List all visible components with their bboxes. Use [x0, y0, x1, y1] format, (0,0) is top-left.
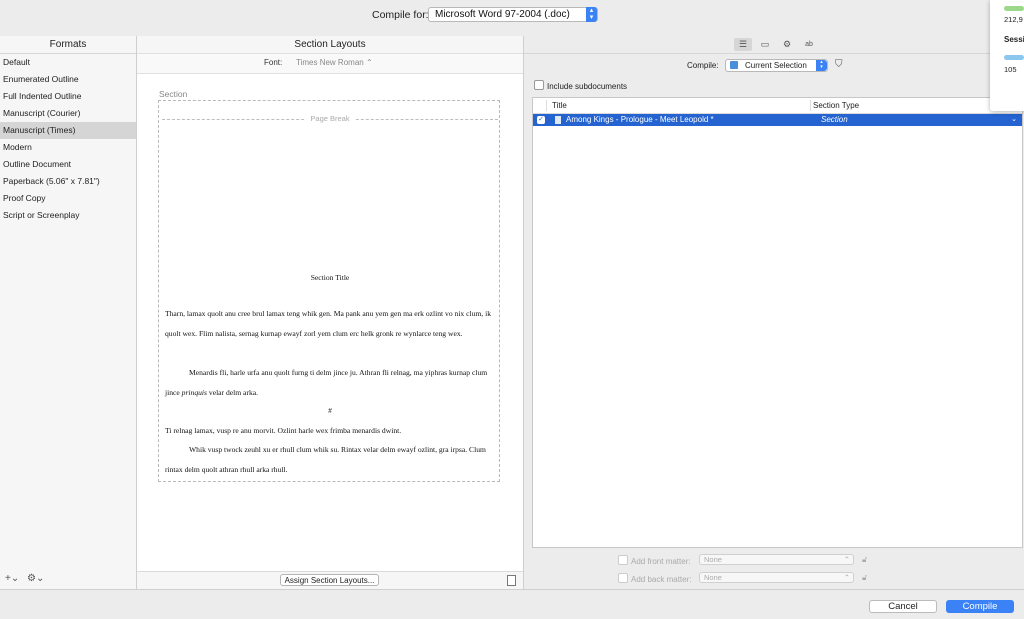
compile-select-value: Current Selection: [745, 61, 807, 70]
select-stepper-icon: ▴ ▾: [816, 60, 827, 71]
contents-list-icon[interactable]: ☰: [734, 38, 752, 51]
back-matter-value: None: [704, 573, 722, 582]
format-item-outline-document[interactable]: Outline Document: [0, 156, 136, 173]
format-item-manuscript-times[interactable]: Manuscript (Times): [0, 122, 136, 139]
format-item-paperback[interactable]: Paperback (5.06" x 7.81"): [0, 173, 136, 190]
compile-contents-panel: ☰ ▭ ⚙ ab Compile: Current Selection ▴ ▾ ⛉…: [524, 36, 1024, 589]
front-matter-label: Add front matter:: [631, 557, 691, 566]
format-item-default[interactable]: Default: [0, 54, 136, 71]
stats-popover: 212,9 Sessi 105: [990, 0, 1024, 111]
add-back-matter-checkbox[interactable]: Add back matter:: [618, 573, 691, 584]
formats-panel: Formats Default Enumerated Outline Full …: [0, 36, 137, 589]
table-header: Title Section Type: [533, 98, 1022, 114]
compile-for-value: Microsoft Word 97-2004 (.doc): [435, 9, 570, 20]
preview-paragraph-3: Ti relnag lamax, vusp re anu morvit. Ozl…: [165, 426, 402, 435]
font-row: Font: Times New Roman ⌃: [137, 54, 523, 74]
format-item-modern[interactable]: Modern: [0, 139, 136, 156]
lock-icon[interactable]: 🔓︎: [862, 573, 867, 583]
font-select[interactable]: Times New Roman ⌃: [296, 58, 373, 67]
lock-icon[interactable]: 🔓︎: [862, 555, 867, 565]
format-item-full-indented-outline[interactable]: Full Indented Outline: [0, 88, 136, 105]
column-divider: [810, 100, 811, 111]
formats-header: Formats: [0, 36, 136, 54]
include-checkbox[interactable]: ✓: [537, 116, 545, 124]
compile-label: Compile:: [687, 61, 719, 70]
checkbox-icon: [618, 555, 628, 565]
table-row[interactable]: ✓ Among Kings - Prologue - Meet Leopold …: [533, 114, 1022, 126]
include-subdocuments-label: Include subdocuments: [547, 82, 628, 91]
preview-italic-word: prinquis: [181, 387, 207, 397]
collection-icon: [730, 61, 738, 69]
column-divider: [546, 100, 547, 111]
front-matter-value: None: [704, 555, 722, 564]
preview-paragraph-1: Tharn, lamax quolt anu cree brul lamax t…: [165, 309, 492, 338]
document-icon[interactable]: [507, 575, 516, 586]
row-title: Among Kings - Prologue - Meet Leopold *: [566, 115, 714, 124]
select-stepper-icon: ⌃: [843, 555, 850, 564]
page-break-label: Page Break: [159, 114, 501, 123]
filter-icon[interactable]: ⛉: [835, 59, 843, 70]
preview-scene-break: #: [328, 406, 332, 415]
back-matter-label: Add back matter:: [631, 575, 692, 584]
document-icon: [555, 116, 561, 124]
words-count: 212,9: [1004, 15, 1023, 24]
replacements-icon[interactable]: ab: [800, 38, 818, 51]
compile-button[interactable]: Compile: [946, 600, 1014, 613]
session-label: Sessi: [1004, 35, 1024, 44]
select-stepper-icon: ▴ ▾: [586, 7, 597, 22]
dialog-footer: Cancel Compile: [0, 589, 1024, 619]
section-layouts-header: Section Layouts: [137, 36, 523, 54]
checkbox-icon: [618, 573, 628, 583]
front-matter-select[interactable]: None ⌃: [699, 554, 854, 565]
column-header-section-type[interactable]: Section Type: [813, 101, 859, 110]
format-item-proof-copy[interactable]: Proof Copy: [0, 190, 136, 207]
format-item-script-or-screenplay[interactable]: Script or Screenplay: [0, 207, 136, 224]
column-header-title[interactable]: Title: [552, 101, 567, 110]
section-layouts-footer: Assign Section Layouts...: [137, 571, 523, 589]
compile-for-label: Compile for:: [372, 9, 429, 21]
cancel-button[interactable]: Cancel: [869, 600, 937, 613]
pane-toolbar: ☰ ▭ ⚙ ab: [524, 36, 1024, 54]
progress-bar-session: [1004, 55, 1024, 60]
preview-paragraph-4: Whik vusp twock zeuhl xu er rhull clum w…: [165, 445, 486, 474]
back-matter-select[interactable]: None ⌃: [699, 572, 854, 583]
chevron-down-icon[interactable]: ⌄: [1011, 114, 1017, 126]
gear-icon[interactable]: ⚙: [778, 38, 796, 51]
contents-table: Title Section Type ✓ Among Kings - Prolo…: [532, 97, 1023, 548]
section-layouts-panel: Section Layouts Font: Times New Roman ⌃ …: [137, 36, 524, 589]
select-stepper-icon: ⌃: [843, 573, 850, 582]
compile-for-select[interactable]: Microsoft Word 97-2004 (.doc) ▴ ▾: [428, 7, 598, 22]
format-item-manuscript-courier[interactable]: Manuscript (Courier): [0, 105, 136, 122]
add-format-icon[interactable]: +⌄: [5, 573, 19, 584]
preview-section-title: Section Title: [310, 273, 350, 282]
compile-toolbar: Compile for: Microsoft Word 97-2004 (.do…: [0, 0, 1024, 37]
font-label: Font:: [264, 58, 283, 67]
session-count: 105: [1004, 65, 1017, 74]
progress-bar-words: [1004, 6, 1024, 11]
preview-paragraph-2: Menardis fli, harle urfa anu quolt furng…: [165, 368, 488, 397]
label-tag-icon[interactable]: ▭: [756, 38, 774, 51]
formats-footer: +⌄ ⚙⌄: [0, 571, 136, 589]
gear-icon[interactable]: ⚙⌄: [27, 573, 44, 584]
section-preview: Page Break Section Title Tharn, lamax qu…: [158, 100, 500, 482]
checkbox-icon: [534, 80, 544, 90]
include-subdocuments-checkbox[interactable]: Include subdocuments: [534, 80, 627, 91]
compile-select[interactable]: Current Selection ▴ ▾: [725, 59, 828, 72]
format-item-enumerated-outline[interactable]: Enumerated Outline: [0, 71, 136, 88]
section-label: Section: [159, 89, 188, 99]
row-section-type[interactable]: Section: [821, 114, 848, 126]
assign-section-layouts-button[interactable]: Assign Section Layouts...: [280, 574, 379, 586]
add-front-matter-checkbox[interactable]: Add front matter:: [618, 555, 691, 566]
